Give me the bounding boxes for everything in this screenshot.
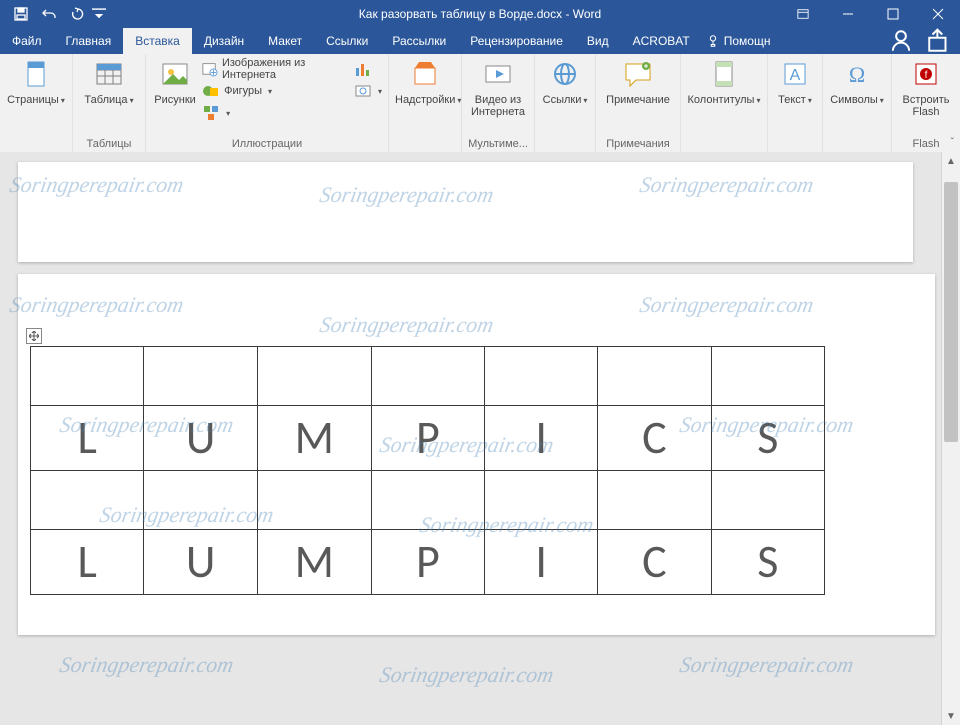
- tab-design[interactable]: Дизайн: [192, 28, 256, 54]
- page-icon: [20, 58, 52, 90]
- chart-icon: [354, 60, 372, 78]
- tab-view[interactable]: Вид: [575, 28, 621, 54]
- group-addins: Надстройки▾: [389, 54, 462, 152]
- addins-button[interactable]: Надстройки▾: [395, 58, 455, 106]
- maximize-button[interactable]: [870, 0, 915, 28]
- tab-insert[interactable]: Вставка: [123, 28, 192, 54]
- online-pictures-icon: [202, 60, 218, 78]
- svg-text:f: f: [925, 70, 928, 81]
- save-button[interactable]: [8, 1, 34, 27]
- table-row: LUMPICS: [31, 406, 825, 471]
- window-title: Как разорвать таблицу в Ворде.docx - Wor…: [359, 7, 601, 21]
- pictures-button[interactable]: Рисунки: [152, 58, 198, 106]
- group-flash-label: Flash: [898, 136, 954, 150]
- picture-icon: [159, 58, 191, 90]
- table-icon: [93, 58, 125, 90]
- close-button[interactable]: [915, 0, 960, 28]
- minimize-button[interactable]: [825, 0, 870, 28]
- share-button[interactable]: [926, 28, 952, 54]
- page-2[interactable]: LUMPICS LUMPICS: [18, 274, 935, 635]
- account-button[interactable]: [888, 28, 914, 54]
- chart-button[interactable]: [354, 58, 382, 80]
- flash-icon: f: [910, 58, 942, 90]
- group-text: A Текст▾: [768, 54, 823, 152]
- pages-button[interactable]: Страницы▾: [6, 58, 66, 106]
- headerfooter-icon: [708, 58, 740, 90]
- ribbon-options-button[interactable]: [780, 0, 825, 28]
- link-icon: [549, 58, 581, 90]
- group-headerfooter: Колонтитулы▾: [681, 54, 768, 152]
- screenshot-icon: [354, 82, 372, 100]
- group-illustrations-label: Иллюстрации: [152, 136, 382, 150]
- svg-text:Ω: Ω: [849, 62, 865, 87]
- tell-me-label: Помощн: [724, 34, 771, 48]
- online-video-button[interactable]: Видео из Интернета: [468, 58, 528, 118]
- collapse-ribbon-button[interactable]: ˇ: [951, 137, 954, 148]
- redo-button[interactable]: [64, 1, 90, 27]
- table-move-handle[interactable]: [26, 328, 42, 344]
- undo-button[interactable]: [36, 1, 62, 27]
- tab-references[interactable]: Ссылки: [314, 28, 380, 54]
- qat-customize-button[interactable]: [92, 1, 106, 27]
- scroll-up-button[interactable]: ▲: [942, 152, 960, 170]
- group-media: Видео из Интернета Мультиме...: [462, 54, 535, 152]
- tell-me-search[interactable]: Помощн: [706, 28, 771, 54]
- page-scroll[interactable]: LUMPICS LUMPICS: [0, 152, 941, 725]
- document-area: LUMPICS LUMPICS ▲ ▼: [0, 152, 960, 725]
- tab-layout[interactable]: Макет: [256, 28, 314, 54]
- tab-acrobat[interactable]: ACROBAT: [621, 28, 702, 54]
- smartart-button[interactable]: ▾: [202, 102, 346, 124]
- comment-icon: [622, 58, 654, 90]
- group-links: Ссылки▾: [535, 54, 596, 152]
- text-icon: A: [779, 58, 811, 90]
- group-symbols: Ω Символы▾: [823, 54, 892, 152]
- store-icon: [409, 58, 441, 90]
- group-tables: Таблица▾ Таблицы: [73, 54, 146, 152]
- tab-file[interactable]: Файл: [0, 28, 54, 54]
- symbols-button[interactable]: Ω Символы▾: [829, 58, 885, 106]
- svg-text:A: A: [790, 67, 801, 84]
- video-icon: [482, 58, 514, 90]
- group-media-label: Мультиме...: [468, 136, 528, 150]
- tab-review[interactable]: Рецензирование: [458, 28, 575, 54]
- headerfooter-button[interactable]: Колонтитулы▾: [687, 58, 761, 106]
- word-table[interactable]: LUMPICS LUMPICS: [30, 346, 825, 595]
- table-row: LUMPICS: [31, 530, 825, 595]
- table-button[interactable]: Таблица▾: [79, 58, 139, 106]
- smartart-icon: [202, 104, 220, 122]
- tab-home[interactable]: Главная: [54, 28, 124, 54]
- text-button[interactable]: A Текст▾: [774, 58, 816, 106]
- group-comments-label: Примечания: [602, 136, 674, 150]
- group-pages: Страницы▾: [0, 54, 73, 152]
- table-row: [31, 347, 825, 406]
- group-comments: Примечание Примечания: [596, 54, 681, 152]
- shapes-button[interactable]: Фигуры▾: [202, 80, 346, 102]
- tab-mailings[interactable]: Рассылки: [380, 28, 458, 54]
- screenshot-button[interactable]: ▾: [354, 80, 382, 102]
- table-row: [31, 471, 825, 530]
- window-controls: [780, 0, 960, 28]
- links-button[interactable]: Ссылки▾: [541, 58, 589, 106]
- ribbon: Страницы▾ Таблица▾ Таблицы Рисунки: [0, 54, 960, 153]
- titlebar: Как разорвать таблицу в Ворде.docx - Wor…: [0, 0, 960, 28]
- online-pictures-button[interactable]: Изображения из Интернета: [202, 58, 346, 80]
- flash-button[interactable]: f Встроить Flash: [898, 58, 954, 118]
- ribbon-tabs: Файл Главная Вставка Дизайн Макет Ссылки…: [0, 28, 960, 54]
- quick-access-toolbar: [0, 1, 106, 27]
- scroll-down-button[interactable]: ▼: [942, 707, 960, 725]
- scroll-thumb[interactable]: [944, 182, 958, 442]
- comment-button[interactable]: Примечание: [602, 58, 674, 106]
- group-illustrations: Рисунки Изображения из Интернета Фигуры▾…: [146, 54, 389, 152]
- page-1-bottom[interactable]: [18, 162, 913, 262]
- vertical-scrollbar[interactable]: ▲ ▼: [941, 152, 960, 725]
- group-tables-label: Таблицы: [79, 136, 139, 150]
- shapes-icon: [202, 82, 220, 100]
- omega-icon: Ω: [841, 58, 873, 90]
